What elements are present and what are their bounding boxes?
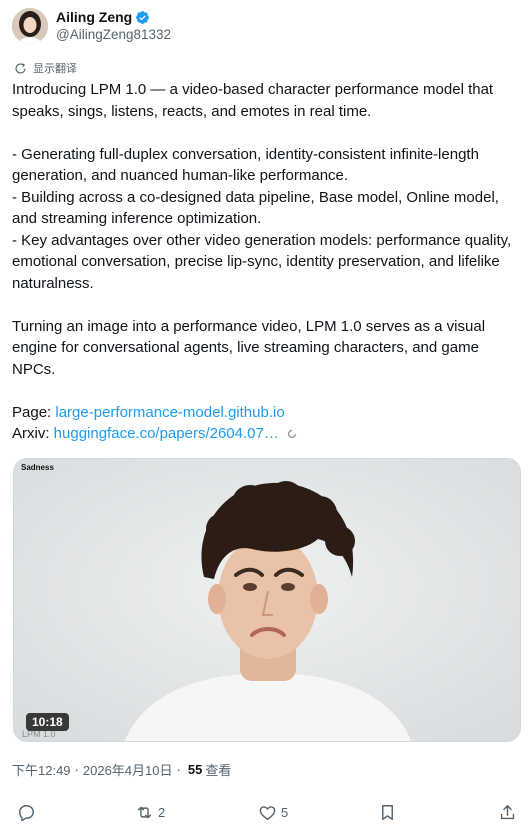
bookmark-button[interactable] (378, 803, 397, 822)
video-frame (14, 459, 520, 741)
avatar[interactable] (12, 8, 48, 44)
tweet-time[interactable]: 下午12:49 (12, 760, 71, 779)
show-translation-label: 显示翻译 (33, 63, 77, 75)
tweet-header: Ailing Zeng @AilingZeng81332 (12, 6, 171, 46)
tweet-date[interactable]: 2026年4月10日 (83, 760, 173, 779)
arxiv-line: Arxiv: huggingface.co/papers/2604.07… (12, 423, 524, 445)
heart-icon (259, 806, 276, 820)
like-button[interactable]: 5 (258, 803, 288, 822)
share-icon (500, 805, 515, 820)
like-count: 5 (281, 805, 289, 820)
verified-badge-icon (136, 10, 150, 24)
author-display-name[interactable]: Ailing Zeng (56, 8, 132, 26)
page-line: Page: large-performance-model.github.io (12, 403, 285, 421)
tweet-meta: 下午12:49 · 2026年4月10日 · 55 查看 (12, 760, 232, 779)
loading-spinner-icon (287, 429, 296, 439)
tweet-text: Introducing LPM 1.0 — a video-based char… (12, 79, 524, 445)
reply-button[interactable] (17, 803, 36, 822)
views-label: 查看 (205, 763, 232, 778)
bullet-1: - Generating full-duplex conversation, i… (12, 145, 479, 185)
intro-paragraph: Introducing LPM 1.0 — a video-based char… (12, 81, 494, 120)
bullet-2: - Building across a co-designed data pip… (12, 188, 499, 228)
retweet-button[interactable]: 2 (135, 803, 165, 822)
reply-icon (19, 805, 34, 822)
action-bar: 2 5 (0, 803, 531, 827)
retweet-count: 2 (158, 805, 166, 820)
page-link[interactable]: large-performance-model.github.io (55, 404, 284, 421)
retweet-icon (137, 806, 152, 819)
summary-paragraph: Turning an image into a performance vide… (12, 317, 486, 378)
bookmark-icon (382, 805, 393, 820)
video-player[interactable]: Sadness 10:18 LPM 1.0 (13, 458, 521, 742)
emotion-label: Sadness (21, 463, 54, 472)
views-count: 55 (187, 762, 203, 777)
show-translation-button[interactable]: 显示翻译 (14, 60, 77, 76)
author-handle[interactable]: @AilingZeng81332 (56, 26, 171, 44)
translate-icon (15, 62, 26, 74)
bullet-3: - Key advantages over other video genera… (12, 231, 512, 292)
share-button[interactable] (498, 803, 517, 822)
video-watermark: LPM 1.0 (22, 729, 56, 739)
arxiv-link[interactable]: huggingface.co/papers/2604.07… (54, 425, 279, 442)
